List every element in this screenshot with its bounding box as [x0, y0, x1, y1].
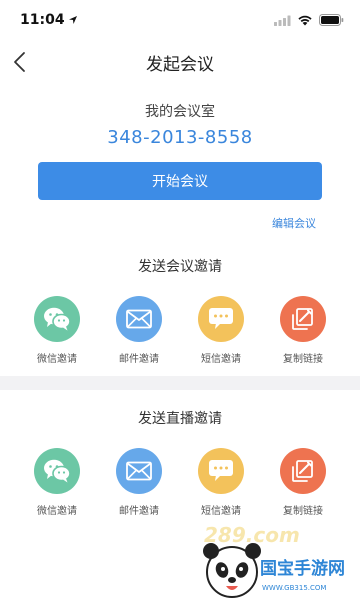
battery-icon — [319, 14, 344, 26]
meeting-invite-wechat[interactable]: 微信邀请 — [22, 296, 92, 365]
share-label: 短信邀请 — [201, 506, 241, 517]
copy-link-icon — [280, 296, 326, 342]
share-label: 微信邀请 — [37, 506, 77, 517]
room-label: 我的会议室 — [145, 104, 215, 120]
start-meeting-button[interactable]: 开始会议 — [38, 162, 322, 200]
meeting-invite-row: 微信邀请 邮件邀请 短信邀请 复制链接 — [0, 296, 360, 376]
status-time: 11:04 — [20, 12, 78, 28]
nav-bar: 发起会议 — [0, 40, 360, 84]
signal-icon — [274, 15, 291, 26]
share-label: 邮件邀请 — [119, 354, 159, 365]
status-icons — [274, 14, 344, 26]
share-label: 复制链接 — [283, 354, 323, 365]
meeting-invite-copy[interactable]: 复制链接 — [268, 296, 338, 365]
watermark-logo: 289.com 国宝手游网 WWW.GB315.COM — [196, 520, 360, 600]
back-button[interactable] — [4, 46, 36, 78]
watermark-url: WWW.GB315.COM — [262, 584, 326, 592]
meeting-invite-title: 发送会议邀请 — [138, 259, 222, 275]
live-invite-mail[interactable]: 邮件邀请 — [104, 448, 174, 517]
edit-meeting-link[interactable]: 编辑会议 — [272, 215, 316, 231]
watermark-logo-text: 国宝手游网 — [260, 558, 345, 579]
room-number: 348-2013-8558 — [107, 127, 253, 148]
share-label: 短信邀请 — [201, 354, 241, 365]
mail-icon — [116, 296, 162, 342]
meeting-invite-sms[interactable]: 短信邀请 — [186, 296, 256, 365]
watermark-graphic: 289.com 国宝手游网 WWW.GB315.COM — [203, 523, 345, 598]
wechat-icon — [34, 448, 80, 494]
location-arrow-icon — [68, 16, 77, 24]
live-invite-row: 微信邀请 邮件邀请 短信邀请 复制链接 — [0, 448, 360, 528]
live-invite-sms[interactable]: 短信邀请 — [186, 448, 256, 517]
section-divider — [0, 376, 360, 390]
copy-link-icon — [280, 448, 326, 494]
sms-icon — [198, 296, 244, 342]
status-bar: 11:04 — [0, 0, 360, 40]
live-invite-wechat[interactable]: 微信邀请 — [22, 448, 92, 517]
wifi-icon — [298, 15, 312, 26]
chevron-left-icon — [14, 52, 25, 72]
live-invite-title: 发送直播邀请 — [138, 411, 222, 427]
meeting-section: 我的会议室 348-2013-8558 开始会议 编辑会议 发送会议邀请 微信邀… — [0, 86, 360, 376]
meeting-invite-mail[interactable]: 邮件邀请 — [104, 296, 174, 365]
status-time-text: 11:04 — [20, 12, 65, 28]
live-invite-copy[interactable]: 复制链接 — [268, 448, 338, 517]
mail-icon — [116, 448, 162, 494]
page-title: 发起会议 — [146, 54, 214, 75]
share-label: 邮件邀请 — [119, 506, 159, 517]
wechat-icon — [34, 296, 80, 342]
sms-icon — [198, 448, 244, 494]
share-label: 微信邀请 — [37, 354, 77, 365]
share-label: 复制链接 — [283, 506, 323, 517]
